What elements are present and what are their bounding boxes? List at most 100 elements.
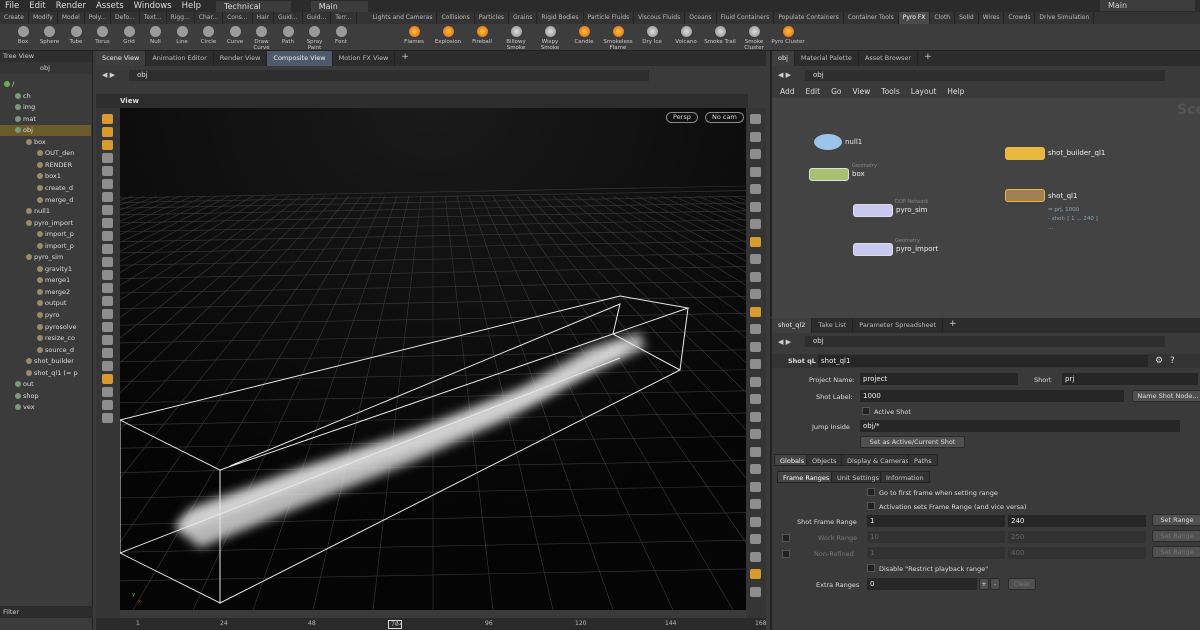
tree-item[interactable]: shot_ql1 (= p [0,368,91,379]
tree-item[interactable]: merge2 [0,287,91,298]
active-shot-checkbox[interactable] [862,407,870,415]
display-icon[interactable] [750,184,761,194]
tree-view-tab[interactable]: Tree View [0,51,92,62]
tab-information[interactable]: Information [880,471,930,483]
shelf-tab[interactable]: Grains [509,12,538,24]
display-icon[interactable] [750,289,761,299]
help-icon[interactable]: ? [1170,356,1175,366]
tab-material-palette[interactable]: Material Palette [795,51,859,66]
tool-icon[interactable] [102,309,113,319]
set-active-shot-button[interactable]: Set as Active/Current Shot [860,436,965,448]
shot-label-field[interactable]: 1000 [860,390,1124,402]
timeline[interactable]: 12448707296120144168192216 [96,618,946,630]
name-shot-node-button[interactable]: Name Shot Node... [1132,390,1200,402]
tree-item[interactable]: shot_builder [0,356,91,367]
disable-restrict-checkbox[interactable] [867,564,875,572]
display-icon[interactable] [750,481,761,492]
shelf-tool[interactable]: Pyro Cluster [771,26,805,45]
tab-parameter-spreadsheet[interactable]: Parameter Spreadsheet [853,318,944,333]
parm-path[interactable]: obj [805,336,1165,347]
nonref-set-range-button[interactable]: Set Range [1152,546,1200,558]
tab-render-view[interactable]: Render View [214,51,268,66]
shelf-tool[interactable]: Fireball [465,26,499,45]
tab-display-cameras[interactable]: Display & Cameras [841,454,916,466]
display-icon[interactable] [750,114,761,124]
shelf-tool[interactable]: Smokeless Flame [601,26,635,51]
tree-filter[interactable]: Filter [0,606,93,618]
display-icon[interactable] [750,359,761,369]
shelf-tab[interactable]: Wires [979,12,1005,24]
tool-icon[interactable] [102,140,113,150]
shelf-tool[interactable]: Spray Paint [302,26,328,51]
tab-unit-settings[interactable]: Unit Settings [831,471,885,483]
menu-render[interactable]: Render [51,1,91,11]
main-selector-right[interactable]: Main [1100,0,1195,11]
shelf-tab[interactable]: Cons... [223,12,253,24]
jump-inside-field[interactable]: obj/* [860,420,1180,432]
project-name-field[interactable]: project [860,373,1018,385]
tool-icon[interactable] [102,400,113,410]
shot-start-field[interactable]: 1 [867,515,1005,527]
tool-icon[interactable] [102,296,113,306]
tree-item[interactable]: create_d [0,183,91,194]
main-selector[interactable]: Main [310,0,368,12]
display-icon[interactable] [750,499,761,509]
display-icon[interactable] [750,324,761,334]
tab-composite-view[interactable]: Composite View [267,51,333,66]
tool-icon[interactable] [102,231,113,241]
tool-icon[interactable] [102,348,113,358]
no-cam-button[interactable]: No cam [705,112,744,123]
tool-icon[interactable] [102,413,113,423]
display-icon[interactable] [750,254,761,264]
shelf-tab[interactable]: Defo... [111,12,140,24]
display-icon[interactable] [750,429,761,439]
display-icon[interactable] [750,131,761,142]
shelf-tab[interactable]: Hair [253,12,274,24]
tool-icon[interactable] [102,179,113,189]
shelf-tool[interactable]: Flames [397,26,431,45]
tab-obj[interactable]: obj [772,51,795,66]
shelf-tab[interactable]: Collisions [437,12,475,24]
shelf-tab[interactable]: Particles [475,12,510,24]
tree-item[interactable]: box1 [0,171,91,182]
network-menu-item[interactable]: Edit [806,87,821,96]
set-range-button[interactable]: Set Range [1152,514,1200,526]
activation-checkbox[interactable] [867,502,875,510]
tool-icon[interactable] [102,283,113,293]
tree-item[interactable]: shop [0,391,91,402]
shelf-tool[interactable]: Circle [196,26,222,45]
shelf-tool[interactable]: Sphere [37,26,63,45]
shelf-tab[interactable]: Rigid Bodies [537,12,584,24]
viewer-path[interactable]: obj [129,69,649,81]
display-icon[interactable] [750,411,761,422]
tree-item[interactable]: gravity1 [0,264,91,275]
shelf-tab[interactable]: Viscous Fluids [634,12,686,24]
tree-item[interactable]: ch [0,91,91,102]
null1-node[interactable] [814,134,842,150]
tab-asset-browser[interactable]: Asset Browser [859,51,919,66]
tool-icon[interactable] [102,387,113,397]
display-icon[interactable] [750,306,761,317]
tool-icon[interactable] [102,361,113,371]
menu-assets[interactable]: Assets [91,1,129,11]
display-icon[interactable] [750,166,761,177]
work-end-field[interactable]: 250 [1008,531,1146,543]
tree-item[interactable]: pyrosolve [0,322,91,333]
tree-item[interactable]: / [0,79,91,90]
shelf-tab[interactable]: Rigg... [167,12,195,24]
network-canvas[interactable]: Sce null1 Geometry box DOP Network pyro_… [772,98,1200,318]
tree-item[interactable]: pyro [0,310,91,321]
display-icon[interactable] [750,586,761,597]
tab-frame-ranges[interactable]: Frame Ranges [777,471,836,483]
tool-icon[interactable] [102,192,113,202]
box-node[interactable] [809,168,849,181]
nonref-start-field[interactable]: 1 [867,547,1005,559]
shelf-tab[interactable]: Guid... [274,12,303,24]
shelf-tab[interactable]: Drive Simulation [1035,12,1095,24]
shot-end-field[interactable]: 240 [1008,515,1146,527]
shelf-tab[interactable]: Cloth [930,12,956,24]
shelf-tab[interactable]: Oceans [685,12,717,24]
tree-item[interactable]: source_d [0,345,91,356]
network-path[interactable]: obj [805,69,1165,81]
shelf-tool[interactable]: Path [275,26,301,45]
